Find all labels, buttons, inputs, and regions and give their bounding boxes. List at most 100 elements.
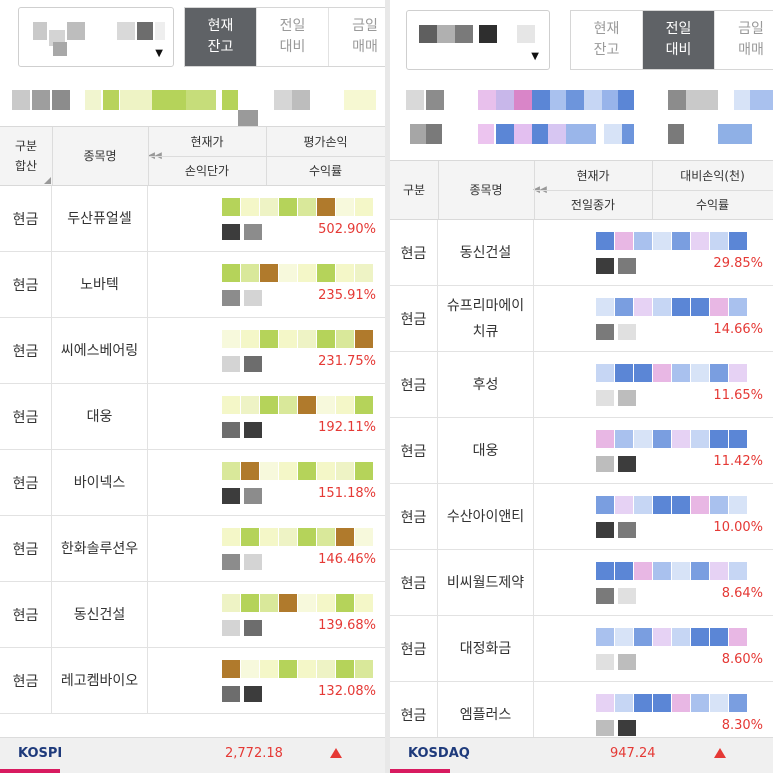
table-row[interactable]: 현금 수산아이앤티 10.00% <box>390 484 773 550</box>
header-name: 종목명 <box>469 183 503 197</box>
blurred-value <box>691 364 709 382</box>
blurred-value <box>355 264 373 282</box>
blurred-value <box>222 422 240 438</box>
blurred-value <box>729 562 747 580</box>
row-return-rate: 235.91% <box>318 288 376 303</box>
blurred-value <box>355 660 373 678</box>
blurred-value <box>222 488 240 504</box>
row-return-rate: 11.65% <box>713 388 763 403</box>
table-row[interactable]: 현금 레고켐바이오 132.08% <box>0 648 385 714</box>
index-footer: KOSDAQ 947.24 <box>390 737 773 773</box>
table-row[interactable]: 현금 후성 11.65% <box>390 352 773 418</box>
table-row[interactable]: 현금 동신건설 29.85% <box>390 220 773 286</box>
blurred-value <box>222 528 240 546</box>
header-rate: 수익률 <box>308 164 343 178</box>
tab-current-balance[interactable]: 현재 잔고 <box>571 11 643 69</box>
blurred-value <box>317 264 335 282</box>
table-row[interactable]: 현금 씨에스베어링 231.75% <box>0 318 385 384</box>
triangle-up-icon <box>330 748 342 758</box>
blurred-value <box>336 528 354 546</box>
blurred-value <box>653 232 671 250</box>
row-type: 현금 <box>0 516 52 581</box>
blurred-value <box>298 330 316 348</box>
blurred-value <box>244 356 262 372</box>
index-value: 947.24 <box>610 746 656 761</box>
blurred-value <box>618 456 636 472</box>
table-row[interactable]: 현금 두산퓨얼셀 502.90% <box>0 186 385 252</box>
blurred-value <box>634 562 652 580</box>
blurred-value <box>710 430 728 448</box>
table-row[interactable]: 현금 비씨월드제약 8.64% <box>390 550 773 616</box>
blurred-value <box>691 694 709 712</box>
row-return-rate: 132.08% <box>318 684 376 699</box>
row-stock-name: 노바텍 <box>52 252 148 317</box>
table-row[interactable]: 현금 대웅 192.11% <box>0 384 385 450</box>
table-row[interactable]: 현금 동신건설 139.68% <box>0 582 385 648</box>
row-return-rate: 231.75% <box>318 354 376 369</box>
blurred-value <box>336 660 354 678</box>
blurred-value <box>355 462 373 480</box>
row-stock-name: 대웅 <box>438 418 534 483</box>
row-return-rate: 8.30% <box>721 718 763 733</box>
blurred-value <box>355 330 373 348</box>
blurred-value <box>222 462 240 480</box>
table-row[interactable]: 현금 대웅 11.42% <box>390 418 773 484</box>
blurred-value <box>241 594 259 612</box>
blurred-value <box>317 528 335 546</box>
row-stock-name: 두산퓨얼셀 <box>52 186 148 251</box>
blurred-value <box>710 364 728 382</box>
blurred-value <box>260 462 278 480</box>
tab-current-balance[interactable]: 현재 잔고 <box>185 8 257 66</box>
blurred-value <box>691 628 709 646</box>
blurred-value <box>244 422 262 438</box>
blurred-value <box>222 356 240 372</box>
blurred-value <box>336 396 354 414</box>
tab-today-trades[interactable]: 금일 매매 <box>715 11 773 69</box>
row-return-rate: 11.42% <box>713 454 763 469</box>
tab-vs-prev-day[interactable]: 전일 대비 <box>643 11 715 69</box>
blurred-value <box>317 594 335 612</box>
blurred-value <box>729 364 747 382</box>
blurred-value <box>618 720 636 736</box>
blurred-value <box>222 554 240 570</box>
blurred-value <box>596 456 614 472</box>
row-type: 현금 <box>390 286 438 351</box>
blurred-value <box>596 258 614 274</box>
account-select[interactable]: ▼ <box>406 10 550 70</box>
table-row[interactable]: 현금 슈프리마에이 치큐 14.66% <box>390 286 773 352</box>
blurred-value <box>729 628 747 646</box>
blurred-value <box>317 660 335 678</box>
blurred-value <box>222 224 240 240</box>
blurred-value <box>317 462 335 480</box>
blurred-value <box>222 264 240 282</box>
tab-vs-prev-day[interactable]: 전일 대비 <box>257 8 329 66</box>
blurred-value <box>710 562 728 580</box>
row-type: 현금 <box>0 252 52 317</box>
blurred-value <box>618 324 636 340</box>
blurred-value <box>691 562 709 580</box>
blurred-value <box>241 462 259 480</box>
blurred-value <box>222 660 240 678</box>
blurred-value <box>596 496 614 514</box>
blurred-value <box>336 594 354 612</box>
row-stock-name: 비씨월드제약 <box>438 550 534 615</box>
table-row[interactable]: 현금 노바텍 235.91% <box>0 252 385 318</box>
row-type: 현금 <box>0 384 52 449</box>
blurred-value <box>653 298 671 316</box>
blurred-value <box>618 258 636 274</box>
row-return-rate: 8.64% <box>721 586 763 601</box>
account-select[interactable]: ▼ <box>18 7 174 67</box>
blurred-value <box>634 232 652 250</box>
blurred-value <box>615 232 633 250</box>
blurred-value <box>596 720 614 736</box>
header-rate: 수익률 <box>695 198 730 212</box>
blurred-value <box>317 198 335 216</box>
summary-blurred-1 <box>390 90 773 110</box>
table-row[interactable]: 현금 바이넥스 151.18% <box>0 450 385 516</box>
row-stock-name: 씨에스베어링 <box>52 318 148 383</box>
table-row[interactable]: 현금 대정화금 8.60% <box>390 616 773 682</box>
table-row[interactable]: 현금 한화솔루션우 146.46% <box>0 516 385 582</box>
tab-today-trades[interactable]: 금일 매매 <box>329 8 385 66</box>
row-stock-name: 레고켐바이오 <box>52 648 148 713</box>
blurred-value <box>729 232 747 250</box>
